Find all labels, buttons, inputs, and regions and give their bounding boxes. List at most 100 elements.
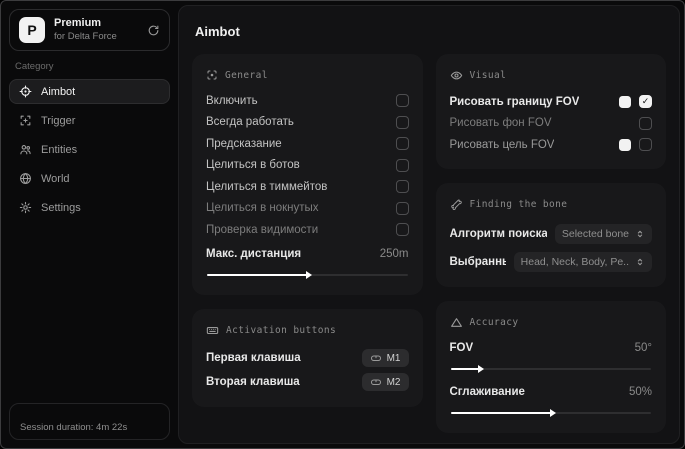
mouse-icon — [370, 376, 382, 388]
sidebar-nav: Aimbot Trigger Entities World Settings — [9, 79, 170, 220]
sidebar-item-settings[interactable]: Settings — [9, 195, 170, 220]
setting-label: Первая клавиша — [206, 352, 301, 364]
checkbox-draw-fov-border[interactable] — [639, 95, 652, 109]
setting-label: FOV — [449, 342, 474, 355]
sidebar-item-aimbot[interactable]: Aimbot — [9, 79, 170, 104]
setting-row: Целиться в ботов — [206, 155, 409, 177]
slider-track — [450, 368, 651, 370]
bone-icon — [450, 198, 463, 211]
checkbox-draw-fov-background[interactable] — [639, 116, 652, 130]
setting-label: Рисовать цель FOV — [449, 138, 555, 151]
fov-border-color-swatch[interactable] — [619, 95, 631, 108]
panel-finding-bone: Finding the bone Алгоритм поиска костей … — [435, 182, 666, 287]
selected-bones-dropdown[interactable]: Head, Neck, Body, Pe.. — [513, 251, 652, 272]
refresh-icon[interactable] — [147, 24, 160, 37]
max-distance-value: 250m — [379, 248, 409, 261]
fov-slider[interactable] — [450, 365, 651, 373]
panel-title: Accuracy — [469, 316, 519, 328]
setting-label: Включить — [206, 94, 258, 107]
keyboard-icon — [206, 324, 219, 337]
eye-icon — [450, 69, 463, 82]
checkbox-always-work[interactable] — [395, 115, 409, 129]
panel-title: Finding the bone — [469, 198, 568, 210]
panel-accuracy: Accuracy FOV 50° Сглаживание 50% — [435, 300, 666, 433]
setting-label: Вторая клавиша — [206, 376, 300, 388]
main-content: Aimbot General Включить Всегда работать … — [178, 5, 680, 444]
setting-label: Предсказание — [206, 137, 282, 150]
page-title: Aimbot — [195, 24, 240, 39]
setting-label: Алгоритм поиска костей — [449, 227, 547, 240]
smoothing-value: 50% — [628, 385, 652, 398]
sidebar-item-label: Aimbot — [41, 85, 76, 98]
panel-visual: Visual Рисовать границу FOV Рисовать фон… — [435, 54, 666, 169]
first-key-button[interactable]: M1 — [361, 349, 409, 367]
max-distance-slider[interactable] — [207, 271, 408, 279]
sidebar-item-entities[interactable]: Entities — [9, 137, 170, 162]
sidebar-item-label: Entities — [41, 143, 78, 156]
setting-row: Первая клавиша M1 — [206, 346, 409, 370]
setting-label: Выбранные кости — [449, 255, 506, 268]
premium-title: Premium — [54, 17, 102, 30]
unfold-icon — [635, 257, 645, 267]
row-controls — [619, 138, 652, 152]
setting-label: Сглаживание — [449, 385, 525, 398]
sidebar-item-world[interactable]: World — [9, 166, 170, 191]
session-box: Session duration: 4m 22s — [9, 403, 170, 440]
setting-row: Макс. дистанция 250m — [206, 244, 409, 266]
sidebar-item-label: Settings — [41, 201, 81, 214]
panel-finding-header: Finding the bone — [450, 198, 653, 211]
setting-label: Целиться в ботов — [206, 159, 300, 172]
trigger-icon — [19, 114, 32, 127]
setting-row: Алгоритм поиска костей Selected bone — [449, 222, 652, 246]
fov-target-color-swatch[interactable] — [619, 138, 631, 151]
checkbox-visibility-check[interactable] — [395, 223, 409, 237]
bone-algorithm-dropdown[interactable]: Selected bone — [554, 223, 652, 244]
checkbox-target-teammates[interactable] — [395, 180, 409, 194]
setting-label: Всегда работать — [206, 116, 294, 129]
smoothing-slider[interactable] — [450, 409, 651, 417]
slider-fill — [450, 368, 479, 370]
panel-columns: General Включить Всегда работать Предска… — [192, 54, 666, 443]
panel-general: General Включить Всегда работать Предска… — [192, 54, 423, 295]
checkbox-enable[interactable] — [395, 94, 409, 108]
second-key-button[interactable]: M2 — [361, 373, 409, 391]
setting-row: Выбранные кости Head, Neck, Body, Pe.. — [449, 250, 652, 274]
setting-row: Вторая клавиша M2 — [206, 370, 409, 394]
checkbox-draw-fov-target[interactable] — [639, 138, 652, 152]
setting-row: Целиться в нокнутых — [206, 198, 409, 220]
setting-row: Включить — [206, 90, 409, 112]
app-logo: P — [19, 17, 45, 43]
dropdown-value: Selected bone — [561, 227, 629, 240]
category-label: Category — [15, 61, 54, 72]
entities-icon — [19, 143, 32, 156]
sidebar: P Premium for Delta Force Category Aimbo… — [1, 1, 178, 448]
setting-label: Рисовать фон FOV — [449, 117, 552, 130]
scan-icon — [206, 69, 218, 81]
session-duration: Session duration: 4m 22s — [20, 422, 128, 433]
world-icon — [19, 172, 32, 185]
key-label: M2 — [386, 376, 401, 388]
panel-general-header: General — [206, 69, 409, 81]
checkbox-target-bots[interactable] — [395, 158, 409, 172]
panel-accuracy-header: Accuracy — [450, 316, 653, 329]
right-column: Visual Рисовать границу FOV Рисовать фон… — [435, 54, 666, 443]
mouse-icon — [370, 352, 382, 364]
checkbox-target-knocked[interactable] — [395, 201, 409, 215]
slider-track — [450, 411, 651, 414]
sidebar-item-trigger[interactable]: Trigger — [9, 108, 170, 133]
setting-label: Целиться в нокнутых — [206, 202, 319, 215]
setting-label: Макс. дистанция — [206, 248, 302, 261]
slider-track — [207, 274, 408, 276]
setting-label: Целиться в тиммейтов — [206, 180, 328, 193]
panel-activation-buttons: Activation buttons Первая клавиша M1 Вто… — [192, 309, 423, 407]
panel-activation-header: Activation buttons — [206, 324, 409, 337]
premium-card: P Premium for Delta Force — [9, 9, 170, 51]
aimbot-icon — [19, 85, 32, 98]
unfold-icon — [635, 229, 645, 239]
checkbox-prediction[interactable] — [395, 137, 409, 151]
panel-title: Visual — [469, 70, 507, 81]
sidebar-item-label: Trigger — [41, 114, 76, 127]
setting-label: Проверка видимости — [206, 223, 319, 236]
premium-subtitle: for Delta Force — [54, 30, 117, 42]
setting-row: Предсказание — [206, 133, 409, 155]
